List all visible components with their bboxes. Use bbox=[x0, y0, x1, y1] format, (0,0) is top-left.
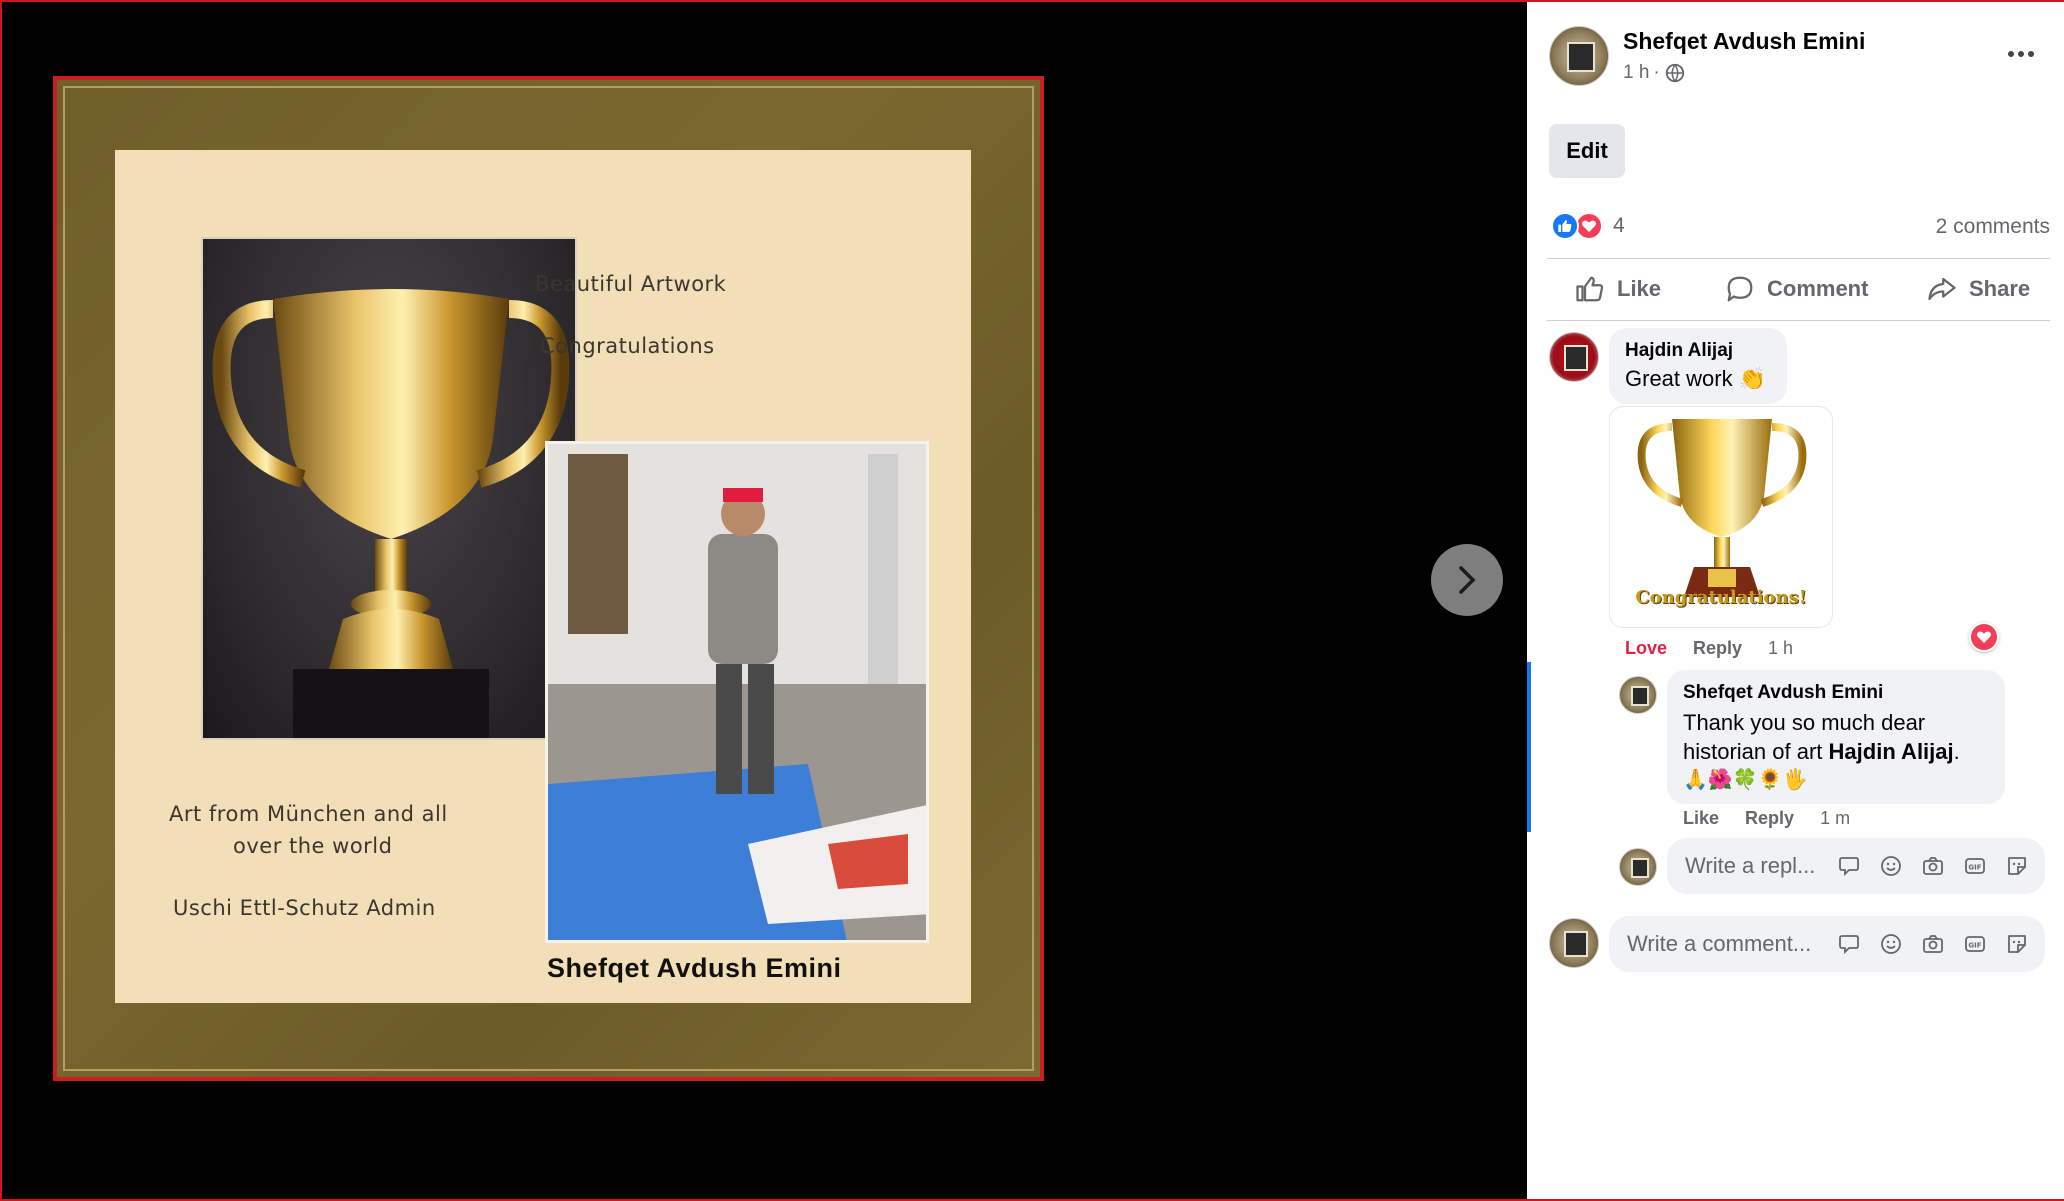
reply-time[interactable]: 1 m bbox=[1820, 808, 1850, 829]
reply-like-button[interactable]: Like bbox=[1683, 808, 1719, 829]
caption-congratulations: Congratulations bbox=[540, 334, 715, 358]
artist-image bbox=[545, 441, 929, 943]
divider bbox=[1547, 320, 2050, 321]
camera-icon[interactable] bbox=[1919, 930, 1947, 958]
window-frame: Beautiful Artwork Congratulations Art fr… bbox=[0, 0, 2064, 1201]
sticker-icon[interactable] bbox=[2003, 852, 2031, 880]
comment-input-placeholder: Write a comment... bbox=[1627, 931, 1812, 956]
chevron-right-icon bbox=[1459, 566, 1476, 594]
comment-love-button[interactable]: Love bbox=[1625, 638, 1667, 659]
caption-over-world: over the world bbox=[233, 834, 393, 858]
comment-bubble: Hajdin Alijaj Great work 👏 bbox=[1609, 328, 1787, 404]
camera-icon[interactable] bbox=[1919, 852, 1947, 880]
caption-art-from: Art from München and all bbox=[169, 802, 448, 826]
comment-input-icons: GIF bbox=[1835, 930, 2045, 958]
reply-input[interactable]: Write a repl... GIF bbox=[1667, 838, 2045, 894]
like-label: Like bbox=[1617, 276, 1662, 301]
post-photo[interactable]: Beautiful Artwork Congratulations Art fr… bbox=[53, 76, 1044, 1081]
reply-text-line1: Thank you so much dear bbox=[1683, 710, 1926, 735]
comment-text-wrap: Great work 👏 bbox=[1625, 366, 1766, 392]
clap-emoji: 👏 bbox=[1738, 366, 1767, 391]
post-meta: 1 h · bbox=[1623, 62, 1686, 84]
share-label: Share bbox=[1969, 276, 2031, 301]
comment-love-reaction-icon[interactable] bbox=[1969, 622, 1999, 652]
reply-actions: Like Reply 1 m bbox=[1683, 808, 1850, 829]
artist-drawing bbox=[548, 444, 926, 940]
caption-signature: Shefqet Avdush Emini bbox=[547, 953, 842, 983]
globe-icon[interactable] bbox=[1664, 62, 1686, 84]
emoji-icon[interactable] bbox=[1877, 930, 1905, 958]
reply-bubble: Shefqet Avdush Emini Thank you so much d… bbox=[1667, 670, 2005, 804]
reply-input-icons: GIF bbox=[1835, 852, 2045, 880]
next-photo-button[interactable] bbox=[1431, 544, 1503, 616]
emoji-icon[interactable] bbox=[1877, 852, 1905, 880]
reply-period: . bbox=[1953, 739, 1960, 764]
reply-input-avatar[interactable] bbox=[1619, 848, 1657, 886]
svg-text:GIF: GIF bbox=[1968, 864, 1981, 872]
reply-author-avatar[interactable] bbox=[1619, 676, 1657, 714]
reply-mention[interactable]: Hajdin Alijaj bbox=[1829, 739, 1954, 764]
reactions-summary[interactable]: 4 bbox=[1551, 212, 1625, 240]
reply-reply-button[interactable]: Reply bbox=[1745, 808, 1794, 829]
more-options-button[interactable] bbox=[1999, 36, 2043, 72]
commenter-avatar[interactable] bbox=[1549, 332, 1599, 382]
like-reaction-icon bbox=[1551, 212, 1579, 240]
reply-text-line2-wrap: historian of art Hajdin Alijaj. bbox=[1683, 737, 1960, 766]
reply-text-block: Thank you so much dear historian of art … bbox=[1683, 708, 1960, 795]
comments-count[interactable]: 2 comments bbox=[1936, 215, 2050, 239]
love-reaction-icon bbox=[1575, 212, 1603, 240]
reply-text-line2: historian of art bbox=[1683, 739, 1823, 764]
svg-text:GIF: GIF bbox=[1968, 942, 1981, 950]
congrats-sticker[interactable]: Congratulations! bbox=[1609, 406, 1833, 628]
more-icon bbox=[2008, 51, 2034, 57]
reply-author[interactable]: Shefqet Avdush Emini bbox=[1683, 682, 1883, 704]
share-button[interactable]: Share bbox=[1927, 274, 2030, 304]
share-icon bbox=[1928, 277, 1956, 301]
comment-actions: Love Reply 1 h bbox=[1625, 638, 1793, 659]
author-avatar[interactable] bbox=[1549, 26, 1609, 86]
reaction-count: 4 bbox=[1613, 214, 1625, 237]
comment-author[interactable]: Hajdin Alijaj bbox=[1625, 340, 1733, 362]
comment-input[interactable]: Write a comment... GIF bbox=[1609, 916, 2045, 972]
comment-label: Comment bbox=[1767, 276, 1869, 301]
gif-icon[interactable]: GIF bbox=[1961, 852, 1989, 880]
comment-time[interactable]: 1 h bbox=[1768, 638, 1793, 659]
thumbs-up-icon bbox=[1576, 276, 1604, 302]
trophy-drawing bbox=[212, 289, 570, 738]
photo-card: Beautiful Artwork Congratulations Art fr… bbox=[115, 150, 971, 1003]
gif-icon[interactable]: GIF bbox=[1961, 930, 1989, 958]
post-time[interactable]: 1 h bbox=[1623, 62, 1649, 84]
photo-viewer: Beautiful Artwork Congratulations Art fr… bbox=[2, 2, 1527, 1199]
reply-emojis: 🙏🌺🍀🌻🖐 bbox=[1683, 769, 1808, 791]
comment-text: Great work bbox=[1625, 366, 1733, 391]
meta-separator: · bbox=[1653, 62, 1660, 83]
avatar-sticker-icon[interactable] bbox=[1835, 930, 1863, 958]
trophy-image bbox=[201, 237, 577, 740]
comment-input-avatar[interactable] bbox=[1549, 918, 1599, 968]
post-author-name[interactable]: Shefqet Avdush Emini bbox=[1623, 28, 1865, 55]
caption-beautiful-artwork: Beautiful Artwork bbox=[535, 272, 727, 296]
comment-icon bbox=[1727, 276, 1753, 302]
like-button[interactable]: Like bbox=[1575, 274, 1661, 304]
reply-input-placeholder: Write a repl... bbox=[1685, 853, 1816, 878]
post-side-panel: Shefqet Avdush Emini 1 h · Edit 4 2 comm… bbox=[1527, 2, 2064, 1199]
edit-button[interactable]: Edit bbox=[1549, 124, 1625, 178]
avatar-sticker-icon[interactable] bbox=[1835, 852, 1863, 880]
divider bbox=[1547, 258, 2050, 259]
comment-reply-button[interactable]: Reply bbox=[1693, 638, 1742, 659]
sticker-text: Congratulations! bbox=[1635, 587, 1807, 608]
sticker-icon[interactable] bbox=[2003, 930, 2031, 958]
comment-button[interactable]: Comment bbox=[1725, 274, 1868, 304]
thread-focus-indicator bbox=[1527, 662, 1531, 832]
caption-admin: Uschi Ettl-Schutz Admin bbox=[173, 896, 436, 920]
